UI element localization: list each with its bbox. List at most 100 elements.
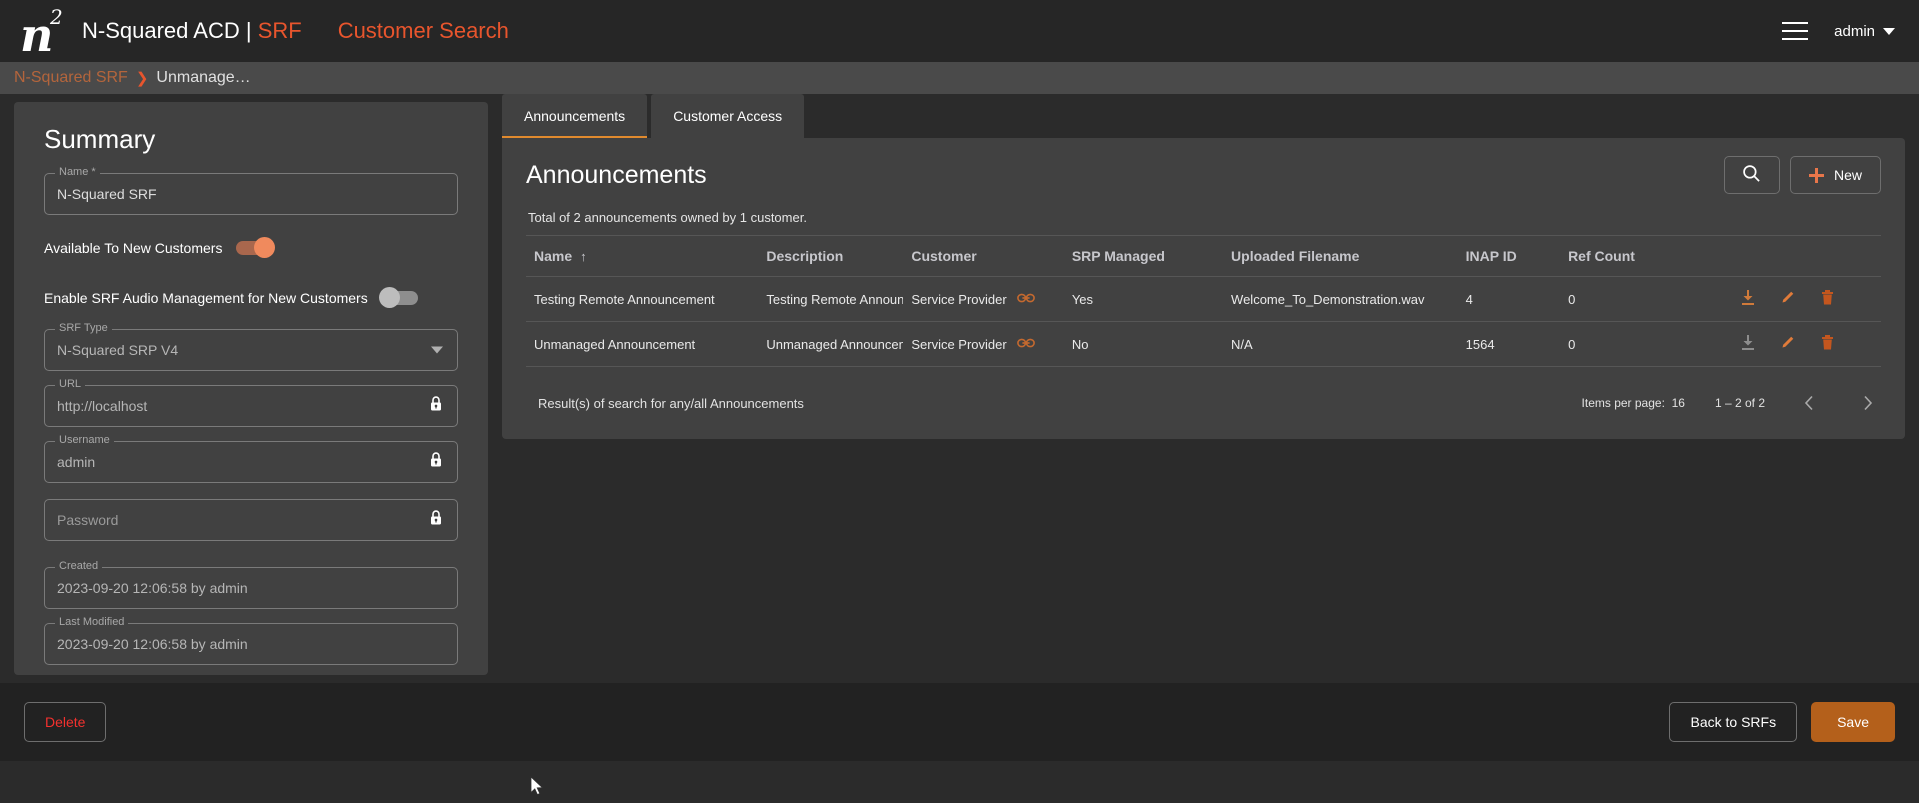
column-header-name[interactable]: Name↑ bbox=[526, 236, 758, 277]
column-header-actions bbox=[1690, 236, 1881, 277]
toggle-knob bbox=[379, 287, 400, 308]
cell-uploaded-filename: N/A bbox=[1223, 322, 1458, 367]
announcements-actions: New bbox=[1724, 156, 1881, 194]
url-field-value: http://localhost bbox=[57, 398, 147, 414]
brand-srf: SRF bbox=[258, 18, 302, 43]
tab-bar: Announcements Customer Access bbox=[502, 94, 1905, 138]
column-header-uploaded-filename[interactable]: Uploaded Filename bbox=[1223, 236, 1458, 277]
table-header-row: Name↑ Description Customer SRP Managed U… bbox=[526, 236, 1881, 277]
table-row[interactable]: Testing Remote Announcement Testing Remo… bbox=[526, 277, 1881, 322]
tab-announcements[interactable]: Announcements bbox=[502, 94, 647, 138]
breadcrumb-root-link[interactable]: N-Squared SRF bbox=[14, 69, 128, 87]
pager-controls: Items per page: 16 1 – 2 of 2 bbox=[1582, 389, 1881, 417]
srf-type-value: N-Squared SRP V4 bbox=[57, 342, 178, 358]
next-page-button[interactable] bbox=[1853, 389, 1881, 417]
cell-name: Testing Remote Announcement bbox=[526, 277, 758, 322]
previous-page-button[interactable] bbox=[1795, 389, 1823, 417]
chevron-down-icon[interactable] bbox=[431, 347, 443, 354]
column-header-description[interactable]: Description bbox=[758, 236, 903, 277]
srf-type-select[interactable]: SRF Type N-Squared SRP V4 bbox=[44, 329, 458, 371]
name-field-value: N-Squared SRF bbox=[57, 186, 157, 202]
column-header-customer[interactable]: Customer bbox=[903, 236, 1063, 277]
url-field[interactable]: URL http://localhost bbox=[44, 385, 458, 427]
bottom-strip bbox=[0, 761, 1919, 803]
summary-title: Summary bbox=[44, 124, 458, 155]
link-icon[interactable] bbox=[1017, 337, 1035, 352]
table-row[interactable]: Unmanaged Announcement Unmanaged Announc… bbox=[526, 322, 1881, 367]
items-per-page[interactable]: Items per page: 16 bbox=[1582, 396, 1685, 410]
link-icon[interactable] bbox=[1017, 292, 1035, 307]
brand-separator: | bbox=[246, 18, 258, 43]
save-button[interactable]: Save bbox=[1811, 702, 1895, 742]
srf-type-label: SRF Type bbox=[55, 322, 112, 334]
tab-announcements-label: Announcements bbox=[524, 108, 625, 124]
cell-customer-label: Service Provider bbox=[911, 337, 1006, 352]
cell-actions bbox=[1690, 277, 1881, 322]
back-to-srfs-button[interactable]: Back to SRFs bbox=[1669, 702, 1797, 742]
cell-actions bbox=[1690, 322, 1881, 367]
created-field-label: Created bbox=[55, 560, 102, 572]
nav-customer-search[interactable]: Customer Search bbox=[338, 18, 509, 44]
tab-customer-access[interactable]: Customer Access bbox=[651, 94, 804, 138]
enable-srf-audio-management-toggle[interactable] bbox=[382, 291, 418, 305]
delete-icon[interactable] bbox=[1820, 334, 1835, 354]
announcements-title: Announcements bbox=[526, 161, 707, 190]
cell-uploaded-filename: Welcome_To_Demonstration.wav bbox=[1223, 277, 1458, 322]
available-to-new-customers-row: Available To New Customers bbox=[44, 231, 458, 265]
available-to-new-customers-label: Available To New Customers bbox=[44, 240, 222, 256]
username-field-value: admin bbox=[57, 454, 95, 470]
cell-name: Unmanaged Announcement bbox=[526, 322, 758, 367]
new-announcement-button[interactable]: New bbox=[1790, 156, 1881, 194]
announcements-panel: Announcements New Total of 2 ann bbox=[502, 138, 1905, 439]
cell-description: Testing Remote Announcement bbox=[758, 277, 903, 322]
logo-superscript: 2 bbox=[50, 5, 63, 29]
cell-inap-id: 4 bbox=[1458, 277, 1560, 322]
user-menu-label: admin bbox=[1834, 23, 1875, 40]
search-button[interactable] bbox=[1724, 156, 1780, 194]
username-field[interactable]: Username admin bbox=[44, 441, 458, 483]
column-header-name-label: Name bbox=[534, 248, 572, 264]
items-per-page-label: Items per page: bbox=[1582, 396, 1665, 410]
cell-description: Unmanaged Announcement bbox=[758, 322, 903, 367]
footer-right-actions: Back to SRFs Save bbox=[1669, 702, 1895, 742]
download-icon[interactable] bbox=[1740, 289, 1756, 309]
chevron-down-icon bbox=[1883, 28, 1895, 35]
app-logo: n 2 bbox=[20, 5, 68, 57]
hamburger-bar bbox=[1782, 22, 1808, 24]
delete-button[interactable]: Delete bbox=[24, 702, 106, 742]
column-header-ref-count[interactable]: Ref Count bbox=[1560, 236, 1690, 277]
url-field-label: URL bbox=[55, 378, 85, 390]
last-modified-field-value: 2023-09-20 12:06:58 by admin bbox=[57, 636, 248, 652]
lock-icon bbox=[429, 396, 443, 417]
edit-icon[interactable] bbox=[1780, 334, 1796, 354]
download-icon bbox=[1740, 334, 1756, 354]
lock-icon bbox=[429, 452, 443, 473]
user-menu[interactable]: admin bbox=[1834, 23, 1895, 40]
content-area: Summary Name * N-Squared SRF Available T… bbox=[0, 94, 1919, 683]
column-header-srp-managed[interactable]: SRP Managed bbox=[1064, 236, 1223, 277]
breadcrumb: N-Squared SRF ❯ Unmanage… bbox=[0, 62, 1919, 94]
top-bar: n 2 N-Squared ACD | SRF Customer Search … bbox=[0, 0, 1919, 62]
items-per-page-value: 16 bbox=[1672, 396, 1685, 410]
name-field-label: Name * bbox=[55, 166, 100, 178]
hamburger-icon[interactable] bbox=[1782, 22, 1808, 40]
cell-customer: Service Provider bbox=[903, 322, 1063, 367]
available-to-new-customers-toggle[interactable] bbox=[236, 241, 272, 255]
table-body: Testing Remote Announcement Testing Remo… bbox=[526, 277, 1881, 367]
announcements-total-text: Total of 2 announcements owned by 1 cust… bbox=[528, 210, 1881, 225]
cell-srp-managed: Yes bbox=[1064, 277, 1223, 322]
mouse-cursor bbox=[530, 776, 546, 803]
cell-ref-count: 0 bbox=[1560, 322, 1690, 367]
edit-icon[interactable] bbox=[1780, 289, 1796, 309]
pager-result-text: Result(s) of search for any/all Announce… bbox=[538, 396, 804, 411]
created-field: Created 2023-09-20 12:06:58 by admin bbox=[44, 567, 458, 609]
password-field[interactable]: Password bbox=[44, 499, 458, 541]
delete-icon[interactable] bbox=[1820, 289, 1835, 309]
enable-srf-audio-management-label: Enable SRF Audio Management for New Cust… bbox=[44, 290, 368, 306]
announcements-table: Name↑ Description Customer SRP Managed U… bbox=[526, 235, 1881, 367]
column-header-inap-id[interactable]: INAP ID bbox=[1458, 236, 1560, 277]
brand-main: N-Squared ACD bbox=[82, 18, 246, 43]
password-field-placeholder: Password bbox=[57, 512, 118, 528]
name-field[interactable]: Name * N-Squared SRF bbox=[44, 173, 458, 215]
pager-range-text: 1 – 2 of 2 bbox=[1715, 396, 1765, 410]
